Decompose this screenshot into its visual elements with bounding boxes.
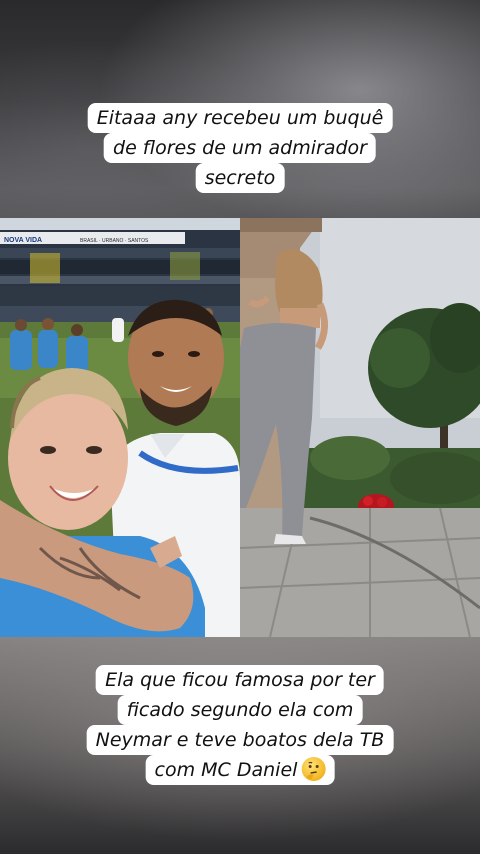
- bottom-caption-line-4-text: com MC Daniel: [154, 759, 298, 781]
- thinking-face-emoji-icon: [301, 757, 326, 781]
- bottom-caption-line-1: Ela que ficou famosa por ter: [96, 665, 384, 695]
- stadium-sign-2: BRASIL · URBANO · SANTOS: [80, 238, 149, 244]
- top-caption-line-2: de flores de um admirador: [104, 133, 376, 163]
- bottom-caption-line-2: ficado segundo ela com: [117, 695, 363, 725]
- top-caption-line-3: secreto: [195, 163, 285, 193]
- bottom-caption: Ela que ficou famosa por ter ficado segu…: [86, 665, 394, 785]
- selfie-stadium-photo: NOVA VIDA BRASIL · URBANO · SANTOS: [0, 218, 240, 637]
- selfie-illustration: NOVA VIDA BRASIL · URBANO · SANTOS: [0, 218, 240, 637]
- bottom-caption-line-3: Neymar e teve boatos dela TB: [86, 725, 394, 755]
- patio-illustration: [240, 218, 480, 637]
- top-caption-line-1: Eitaaa any recebeu um buquê: [87, 103, 393, 133]
- bottom-caption-line-4: com MC Daniel: [145, 755, 335, 785]
- stadium-sign: NOVA VIDA: [4, 237, 42, 244]
- top-caption: Eitaaa any recebeu um buquê de flores de…: [87, 103, 393, 193]
- patio-flowers-photo: [240, 218, 480, 637]
